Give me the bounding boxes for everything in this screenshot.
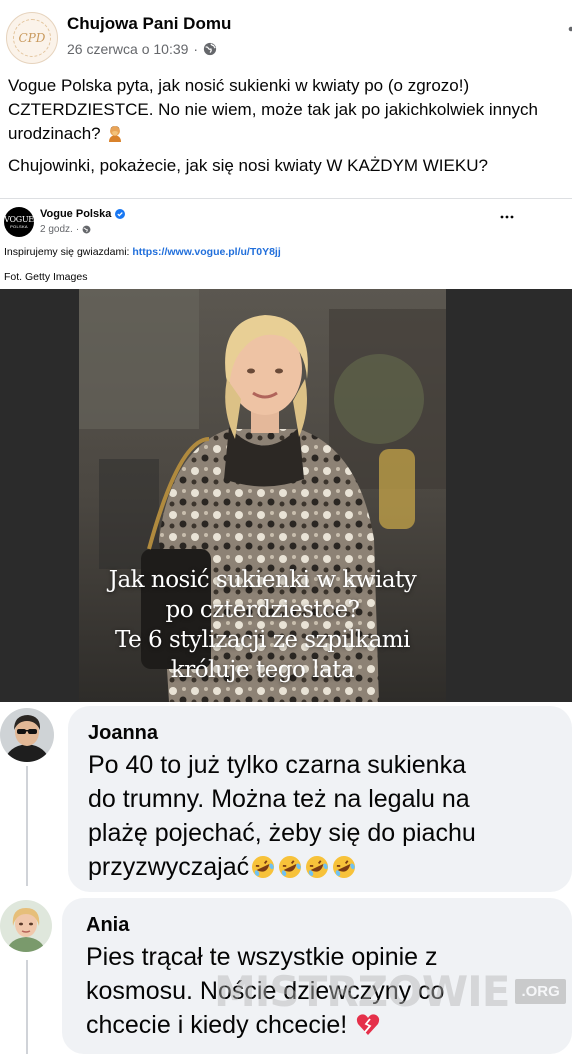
avatar-image bbox=[0, 900, 52, 952]
caption-line-2: po czterdziestce? bbox=[165, 597, 360, 623]
comment-line: przyzwyczajać bbox=[88, 853, 250, 881]
shared-avatar[interactable]: VOGUE POLSKA bbox=[4, 207, 34, 237]
rolling-laughing-emoji bbox=[279, 856, 302, 878]
shared-page-name[interactable]: Vogue Polska bbox=[40, 208, 126, 220]
shared-avatar-line2: POLSKA bbox=[10, 223, 28, 229]
comment-line: Pies trącał te wszystkie opinie z bbox=[86, 943, 438, 971]
caption-line-1: Jak nosić sukienki w kwiaty bbox=[108, 567, 417, 593]
more-options-icon[interactable] bbox=[500, 215, 514, 219]
shared-photo[interactable]: Jak nosić sukienki w kwiaty po czterdzie… bbox=[79, 289, 446, 702]
photo-caption: Jak nosić sukienki w kwiaty po czterdzie… bbox=[79, 565, 446, 685]
shared-text: Inspirujemy się gwiazdami: https://www.v… bbox=[4, 245, 281, 284]
photo-container: Jak nosić sukienki w kwiaty po czterdzie… bbox=[0, 289, 572, 702]
shared-meta-separator: · bbox=[75, 224, 80, 235]
comment-author[interactable]: Ania bbox=[86, 914, 129, 937]
caption-line-3: Te 6 stylizacji ze szpilkami bbox=[115, 627, 410, 653]
comment-line-with-emoji: chcecie i kiedy chcecie! bbox=[86, 1008, 556, 1042]
comment-line: do trumny. Można też na legalu na bbox=[88, 785, 470, 813]
post-body: Vogue Polska pyta, jak nosić sukienki w … bbox=[8, 74, 570, 186]
rolling-laughing-emoji bbox=[252, 856, 275, 878]
page-name[interactable]: Chujowa Pani Domu bbox=[67, 14, 231, 34]
shared-text-prefix: Inspirujemy się gwiazdami: bbox=[4, 246, 133, 258]
comment-line: Po 40 to już tylko czarna sukienka bbox=[88, 751, 466, 779]
comment-author[interactable]: Joanna bbox=[88, 722, 158, 745]
avatar[interactable] bbox=[0, 900, 52, 952]
shared-link[interactable]: https://www.vogue.pl/u/T0Y8jj bbox=[132, 246, 280, 258]
rolling-laughing-emoji bbox=[333, 856, 356, 878]
caption-line-4: króluje tego lata bbox=[170, 657, 355, 683]
shared-avatar-line1: VOGUE bbox=[4, 214, 34, 224]
heart-exclamation-emoji bbox=[357, 1014, 380, 1035]
post-date[interactable]: 26 czerwca o 10:39 bbox=[67, 41, 188, 57]
globe-icon[interactable] bbox=[203, 42, 217, 56]
post-header: CPD Chujowa Pani Domu 26 czerwca o 10:39… bbox=[0, 0, 572, 72]
post-paragraph-2: Chujowinki, pokażecie, jak się nosi kwia… bbox=[8, 156, 488, 175]
post-meta: 26 czerwca o 10:39 · bbox=[67, 41, 217, 57]
avatar[interactable] bbox=[0, 708, 54, 762]
shared-post[interactable]: VOGUE POLSKA Vogue Polska 2 godz. · Insp… bbox=[0, 198, 572, 702]
photo-credit: Fot. Getty Images bbox=[4, 271, 88, 283]
shared-time[interactable]: 2 godz. bbox=[40, 224, 73, 235]
verified-badge-icon bbox=[115, 209, 126, 219]
comment-text: Pies trącał te wszystkie opinie z kosmos… bbox=[86, 940, 556, 1042]
page-avatar[interactable]: CPD bbox=[6, 12, 58, 64]
comment-joanna: Joanna Po 40 to już tylko czarna sukienk… bbox=[0, 702, 572, 892]
more-options-icon[interactable] bbox=[566, 24, 572, 34]
comment-line-with-emoji: przyzwyczajać bbox=[88, 850, 558, 884]
page-logo: CPD bbox=[18, 31, 46, 45]
comment-text: Po 40 to już tylko czarna sukienka do tr… bbox=[88, 748, 558, 884]
globe-icon bbox=[82, 225, 91, 234]
person-facepalming-emoji bbox=[109, 126, 122, 142]
shared-name-text: Vogue Polska bbox=[40, 208, 112, 220]
comment-line: kosmosu. Noście dziewczyny co bbox=[86, 977, 445, 1005]
post-paragraph-1: Vogue Polska pyta, jak nosić sukienki w … bbox=[8, 74, 570, 146]
meta-separator: · bbox=[193, 41, 199, 57]
post-paragraph-1-text: Vogue Polska pyta, jak nosić sukienki w … bbox=[8, 76, 538, 143]
rolling-laughing-emoji bbox=[306, 856, 329, 878]
comment-line: plażę pojechać, żeby się do piachu bbox=[88, 819, 476, 847]
comment-line: chcecie i kiedy chcecie! bbox=[86, 1011, 348, 1039]
shared-meta: 2 godz. · bbox=[40, 224, 91, 235]
comment-ania: Ania Pies trącał te wszystkie opinie z k… bbox=[0, 894, 572, 1054]
avatar-image bbox=[0, 708, 54, 762]
